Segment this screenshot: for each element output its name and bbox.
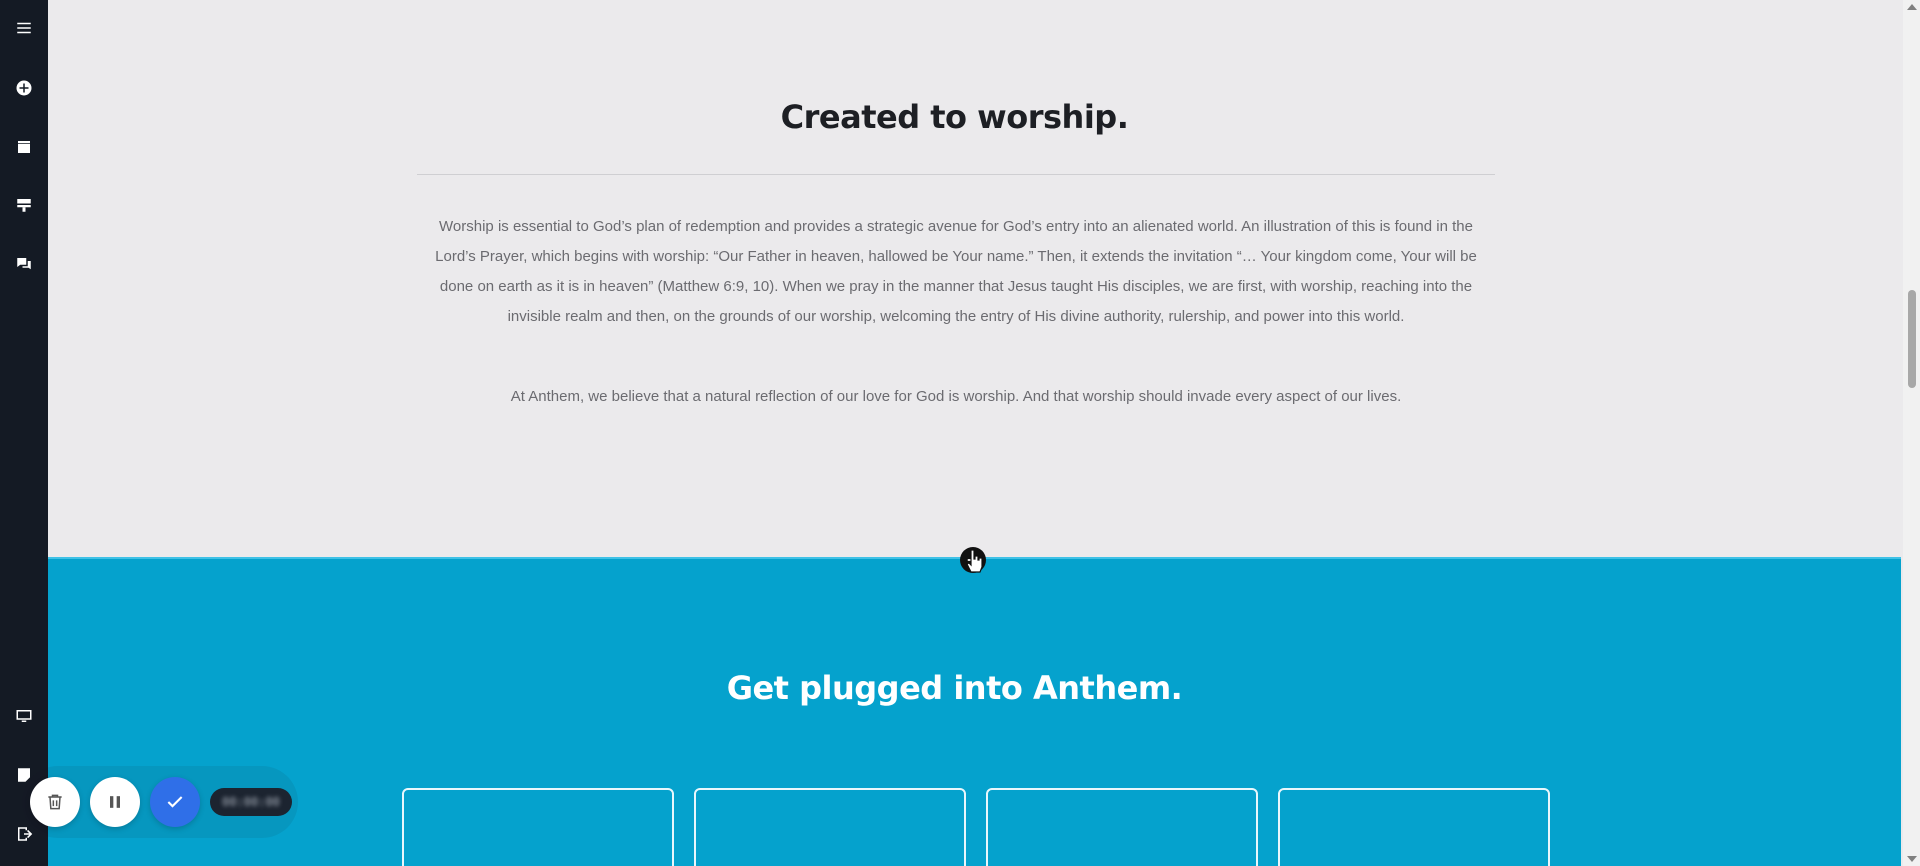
layers-icon <box>18 141 30 153</box>
plugged-card-3[interactable] <box>986 788 1258 866</box>
page-scrollbar[interactable] <box>1903 0 1920 866</box>
timer-text: 00:00:00 <box>222 795 280 809</box>
trash-icon <box>48 794 62 810</box>
comments-button[interactable] <box>0 244 48 284</box>
plugged-card-2[interactable] <box>694 788 966 866</box>
get-plugged-section[interactable]: Get plugged into Anthem. <box>48 557 1901 866</box>
layout-button[interactable] <box>0 185 48 225</box>
exit-icon <box>18 827 33 841</box>
comments-icon <box>17 258 31 270</box>
editor-sidebar <box>0 0 48 866</box>
check-icon <box>167 796 183 808</box>
plugged-card-1[interactable] <box>402 788 674 866</box>
divider <box>417 174 1495 175</box>
plugged-title: Get plugged into Anthem. <box>726 669 1183 707</box>
add-circle-icon <box>16 80 32 96</box>
menu-button[interactable] <box>0 8 48 48</box>
menu-icon <box>17 22 31 34</box>
layers-button[interactable] <box>0 127 48 167</box>
worship-paragraph-1: Worship is essential to God’s plan of re… <box>435 218 1477 325</box>
scroll-down-arrow[interactable] <box>1907 856 1917 862</box>
desktop-icon <box>16 710 32 722</box>
add-element-button[interactable] <box>0 68 48 108</box>
delete-recording-button[interactable] <box>30 777 80 827</box>
worship-paragraph-2: At Anthem, we believe that a natural ref… <box>510 388 1402 405</box>
pause-icon <box>110 796 120 808</box>
page-canvas: Created to worship. Worship is essential… <box>48 0 1920 866</box>
worship-title: Created to worship. <box>780 98 1129 136</box>
plugged-card-4[interactable] <box>1278 788 1550 866</box>
finish-recording-button[interactable] <box>150 777 200 827</box>
layout-icon <box>17 199 31 212</box>
worship-section[interactable]: Created to worship. Worship is essential… <box>48 0 1901 557</box>
hand-cursor-icon <box>966 549 983 573</box>
scroll-thumb[interactable] <box>1908 290 1916 388</box>
pause-recording-button[interactable] <box>90 777 140 827</box>
scroll-up-arrow[interactable] <box>1907 4 1917 10</box>
desktop-view-button[interactable] <box>0 696 48 736</box>
recording-timer: 00:00:00 <box>210 788 292 816</box>
recorder-toolbar: 00:00:00 <box>22 766 298 838</box>
